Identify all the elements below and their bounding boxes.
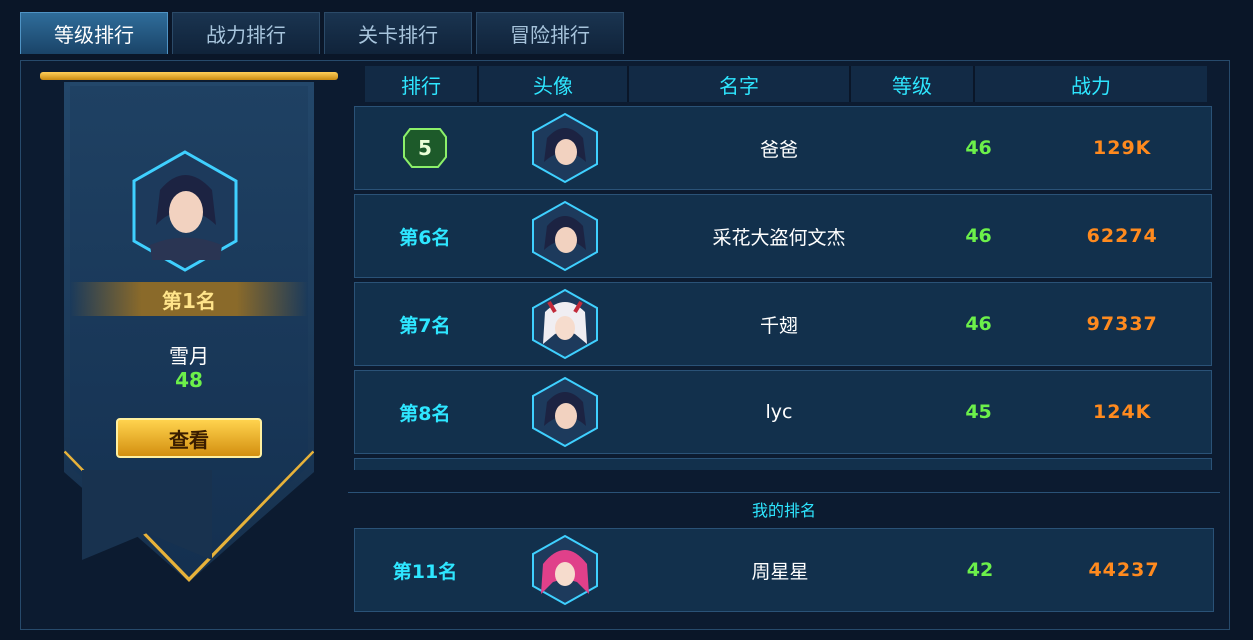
player-power: 97337 [1086,313,1158,335]
my-rank-row[interactable]: 第11名 周星星 42 44237 [354,528,1214,612]
player-name: 采花大盗何文杰 [712,226,846,249]
table-row[interactable]: 第8名 lyc 45 124K [354,370,1212,454]
my-name: 周星星 [751,560,809,583]
table-row[interactable]: 第6名 采花大盗何文杰 46 62274 [354,194,1212,278]
banner-gold-bar [40,72,338,80]
top-player-name: 雪月 [169,344,209,368]
tab-power-ranking[interactable]: 战力排行 [172,12,320,54]
table-row-partial[interactable] [354,458,1212,470]
header-avatar: 头像 [479,66,629,102]
dark-hair-female-avatar-icon[interactable] [529,200,601,272]
player-power: 124K [1093,401,1152,423]
player-level: 45 [965,401,992,423]
pink-hair-female-avatar-icon[interactable] [529,534,601,606]
player-rank: 第6名 [399,226,451,249]
player-rank: 第8名 [399,402,451,425]
my-power: 44237 [1088,559,1160,581]
view-button[interactable]: 查看 [116,418,262,458]
ranking-list[interactable]: 5 爸爸 46 129K 第6名 采花大盗何文杰 46 62274 第7名 千翅… [348,102,1220,470]
tab-level-ranking[interactable]: 等级排行 [20,12,168,54]
player-rank: 第7名 [399,314,451,337]
tab-adventure-ranking[interactable]: 冒险排行 [476,12,624,54]
player-power: 62274 [1086,225,1158,247]
player-name: 爸爸 [760,138,799,161]
my-rank-title: 我的排名 [348,492,1220,525]
player-name: lyc [765,401,793,423]
header-rank: 排行 [365,66,479,102]
player-power: 129K [1093,137,1152,159]
avatar-cell [495,529,635,611]
avatar-cell [495,283,635,365]
top-player-level: 48 [175,368,203,392]
table-row[interactable]: 5 爸爸 46 129K [354,106,1212,190]
player-name: 千翅 [760,314,799,337]
ranking-header: 排行 头像 名字 等级 战力 [365,66,1207,102]
tab-bar: 等级排行 战力排行 关卡排行 冒险排行 [20,12,624,54]
header-power: 战力 [975,66,1207,102]
white-hair-female-avatar-icon[interactable] [529,288,601,360]
tab-stage-ranking[interactable]: 关卡排行 [324,12,472,54]
rank-badge-number: 5 [418,136,432,160]
player-level: 46 [965,225,992,247]
dark-hair-female-avatar-icon[interactable] [529,112,601,184]
player-level: 46 [965,313,992,335]
avatar-cell [495,195,635,277]
header-level: 等级 [851,66,975,102]
top-player-avatar[interactable] [130,150,240,272]
player-level: 46 [965,137,992,159]
table-row[interactable]: 第7名 千翅 46 97337 [354,282,1212,366]
top-player-rank: 第1名 [70,282,308,316]
dark-hair-female-avatar-icon[interactable] [529,376,601,448]
rank-badge-cell: 5 [355,107,495,189]
avatar-cell [495,107,635,189]
my-rank: 第11名 [392,560,458,583]
rank-badge-icon: 5 [402,128,447,168]
my-level: 42 [966,559,994,581]
avatar-cell [495,371,635,453]
header-name: 名字 [629,66,851,102]
